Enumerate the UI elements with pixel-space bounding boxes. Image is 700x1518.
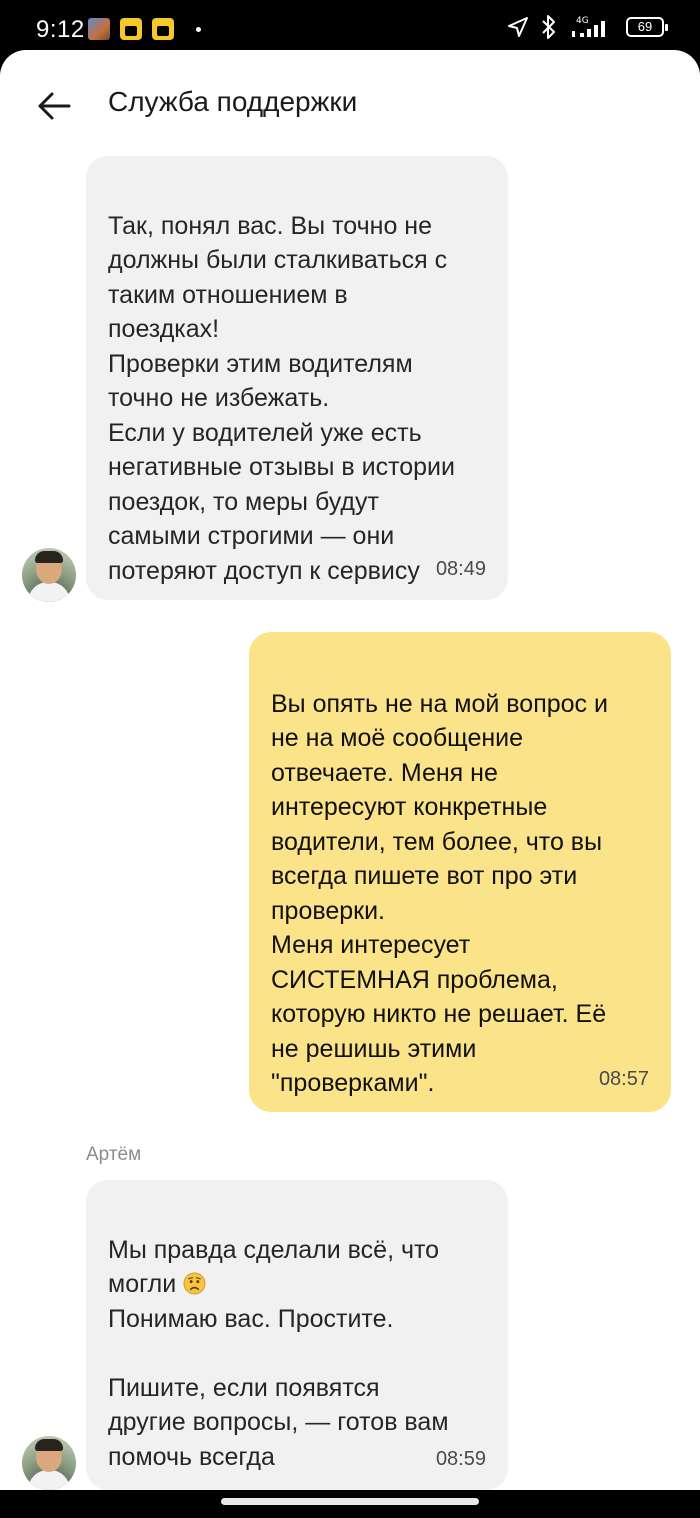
network-type: 4G	[576, 16, 589, 26]
worried-face-icon	[183, 1272, 206, 1295]
taxi-app-icon	[120, 18, 142, 40]
message-bubble-outgoing[interactable]: Вы опять не на мой вопрос и не на моё со…	[249, 632, 671, 1112]
page-title: Служба поддержки	[108, 86, 358, 117]
message-text-line: могли	[108, 1270, 177, 1298]
sender-name: Артём	[86, 1144, 142, 1165]
avatar	[22, 1436, 76, 1490]
arrow-left-icon	[38, 92, 71, 120]
status-indicators: 4G 69	[506, 14, 668, 40]
message-time: 08:49	[435, 557, 486, 580]
message-list[interactable]: Так, понял вас. Вы точно не должны были …	[0, 154, 700, 1490]
more-notifications-icon	[196, 26, 201, 32]
message-text-line: Мы правда сделали всё, что	[108, 1235, 440, 1264]
navigation-bar	[0, 1490, 700, 1518]
battery-icon: 69	[626, 17, 668, 37]
cellular-signal-icon: 4G	[572, 16, 605, 37]
gallery-app-icon	[88, 18, 110, 40]
support-chat-screen: Служба поддержки Так, понял вас. Вы точн…	[0, 50, 700, 1490]
message-bubble-incoming[interactable]: Так, понял вас. Вы точно не должны были …	[86, 156, 508, 600]
message-bubble-incoming[interactable]: Мы правда сделали всё, что могли Понимаю…	[86, 1180, 508, 1490]
location-arrow-icon	[508, 17, 528, 37]
avatar	[22, 548, 76, 602]
chat-header: Служба поддержки	[0, 50, 700, 154]
message-text: Вы опять не на мой вопрос и не на моё со…	[271, 689, 608, 1098]
status-time: 9:12	[36, 16, 85, 43]
taxi-app-icon-2	[152, 18, 174, 40]
message-text: Так, понял вас. Вы точно не должны были …	[108, 211, 455, 585]
bluetooth-icon	[542, 15, 555, 39]
notification-icons	[88, 18, 201, 40]
message-time: 08:59	[435, 1447, 486, 1470]
message-text: Мы правда сделали всё, что могли Понимаю…	[108, 1233, 488, 1475]
phone-screen: 9:12 4G 69 Служба поддержки Так, понял в…	[0, 0, 700, 1518]
message-text-rest: Понимаю вас. Простите. Пишите, если появ…	[108, 1304, 449, 1471]
back-button[interactable]	[28, 80, 80, 132]
message-time: 08:57	[598, 1067, 649, 1090]
home-gesture-handle[interactable]	[221, 1498, 479, 1505]
